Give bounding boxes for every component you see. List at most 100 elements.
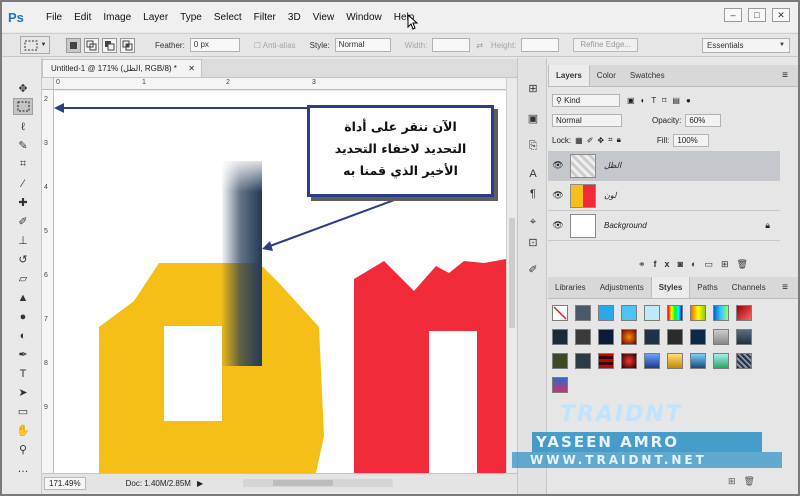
brush-panel-icon[interactable]: ✐ [524, 261, 542, 277]
lock-row: Lock: ▦ ✐ ✥ ⌗ 🔒︎ Fill: 100% [548, 130, 798, 150]
tab-color[interactable]: Color [590, 65, 623, 86]
style-swatch[interactable] [690, 329, 706, 345]
style-swatch[interactable] [575, 329, 591, 345]
layer-row[interactable]: 👁︎ لون [548, 181, 780, 211]
style-swatch[interactable] [736, 305, 752, 321]
smart-object-filter-icon[interactable]: ▤ [672, 96, 680, 105]
layer-name[interactable]: لون [604, 191, 616, 200]
style-swatch[interactable] [621, 329, 637, 345]
lock-transparent-icon[interactable]: ▦ [575, 136, 583, 145]
style-swatch[interactable] [575, 353, 591, 369]
layer-row[interactable]: 👁︎ Background 🔒︎ [548, 211, 780, 241]
panel-menu-icon[interactable]: ≡ [782, 70, 788, 81]
tab-styles[interactable]: Styles [650, 277, 691, 298]
lock-label: Lock: [552, 135, 572, 145]
style-swatch[interactable] [736, 329, 752, 345]
scroll-thumb[interactable] [273, 480, 334, 486]
opacity-label: Opacity: [652, 115, 682, 125]
filter-kind-select[interactable]: ⚲ Kind [552, 93, 620, 107]
style-swatch[interactable] [644, 329, 660, 345]
style-swatch-none[interactable] [552, 305, 568, 321]
new-style-icon[interactable]: ⊞ [728, 476, 744, 486]
layer-name[interactable]: الظل [604, 161, 621, 170]
shape-filter-icon[interactable]: ⌑ [662, 96, 666, 105]
mask-icon[interactable]: ◙ [678, 259, 691, 269]
style-swatch[interactable] [667, 305, 683, 321]
tab-libraries[interactable]: Libraries [548, 277, 593, 298]
properties-panel-icon[interactable]: ▣ [524, 110, 542, 126]
style-swatch[interactable] [644, 353, 660, 369]
type-filter-icon[interactable]: T [651, 96, 656, 105]
no-style-icon [553, 306, 567, 320]
tab-adjustments[interactable]: Adjustments [593, 277, 651, 298]
paragraph-panel-icon[interactable]: ¶ [524, 186, 542, 202]
callout-line: التحديد لاخفاء التحديد [334, 141, 467, 156]
visibility-eye-icon[interactable]: 👁︎ [548, 160, 568, 171]
style-swatch[interactable] [736, 353, 752, 369]
delete-layer-icon[interactable]: 🗑︎ [737, 259, 756, 269]
new-layer-icon[interactable]: ⊞ [721, 259, 737, 269]
styles-panel-tabs: Libraries Adjustments Styles Paths Chann… [548, 277, 798, 299]
style-swatch[interactable] [690, 353, 706, 369]
style-swatch[interactable] [713, 329, 729, 345]
scroll-thumb[interactable] [509, 218, 515, 328]
filter-kind-label: Kind [564, 95, 581, 105]
lock-all-icon[interactable]: 🔒︎ [617, 135, 621, 145]
link-layers-icon[interactable]: ⚭ [638, 259, 654, 269]
tab-paths[interactable]: Paths [690, 277, 724, 298]
fill-input[interactable]: 100% [673, 133, 710, 147]
layer-row[interactable]: 👁︎ الظل [548, 151, 780, 181]
style-swatch[interactable] [690, 305, 706, 321]
zoom-level-field[interactable]: 171.49% [44, 476, 86, 490]
pixel-filter-icon[interactable]: ▣ [627, 96, 635, 105]
lock-artboard-icon[interactable]: ⌗ [608, 135, 613, 145]
callout-line: الآن ننقر على أداة [344, 119, 457, 134]
opacity-input[interactable]: 60% [685, 113, 722, 127]
tab-swatches[interactable]: Swatches [623, 65, 672, 86]
glyphs-panel-icon[interactable]: ⌖ [524, 214, 542, 230]
style-swatch[interactable] [552, 353, 568, 369]
style-swatch[interactable] [552, 377, 568, 393]
layer-name[interactable]: Background [604, 221, 647, 230]
blend-row: Normal Opacity: 60% [548, 110, 798, 130]
style-swatch[interactable] [644, 305, 660, 321]
visibility-eye-icon[interactable]: 👁︎ [548, 190, 568, 201]
blend-mode-select[interactable]: Normal [552, 113, 622, 127]
adjustment-layer-icon[interactable]: ◐ [691, 259, 704, 269]
style-swatch[interactable] [667, 353, 683, 369]
lock-move-icon[interactable]: ✥ [597, 136, 604, 145]
style-swatch[interactable] [621, 305, 637, 321]
fx-icon[interactable]: fx [654, 259, 678, 269]
group-icon[interactable]: ▭ [704, 259, 721, 269]
layers-panel-tabs: Layers Color Swatches ≡ [548, 65, 798, 87]
style-swatch[interactable] [713, 305, 729, 321]
lock-paint-icon[interactable]: ✐ [587, 136, 594, 145]
filter-toggle-icon[interactable]: ● [686, 96, 691, 105]
watermark-logo: TRAIDNT [560, 402, 683, 427]
style-swatch[interactable] [598, 329, 614, 345]
history-panel-icon[interactable]: ⊞ [524, 80, 542, 96]
photoshop-window: Ps File Edit Image Layer Type Select Fil… [0, 0, 800, 496]
style-swatch[interactable] [575, 305, 591, 321]
delete-style-icon[interactable]: 🗑︎ [744, 476, 763, 486]
panel-menu-icon[interactable]: ≡ [782, 282, 788, 293]
watermark-url: WWW.TRAIDNT.NET [530, 453, 707, 467]
adjustment-filter-icon[interactable]: ◐ [641, 96, 646, 105]
info-panel-icon[interactable]: ⎘ [524, 138, 542, 154]
layer-thumbnail [570, 213, 596, 238]
style-swatch[interactable] [598, 353, 614, 369]
layer-thumbnail [570, 153, 596, 178]
status-menu-arrow-icon[interactable]: ▶ [197, 479, 203, 488]
style-swatch[interactable] [598, 305, 614, 321]
style-swatch[interactable] [667, 329, 683, 345]
horizontal-scrollbar[interactable] [243, 479, 394, 487]
visibility-eye-icon[interactable]: 👁︎ [548, 220, 568, 231]
swatches-panel-icon[interactable]: ⊡ [524, 234, 542, 250]
style-swatch[interactable] [713, 353, 729, 369]
tab-channels[interactable]: Channels [725, 277, 773, 298]
style-swatch[interactable] [621, 353, 637, 369]
character-panel-icon[interactable]: A [524, 166, 542, 182]
layer-filter-row: ⚲ Kind ▣ ◐ T ⌑ ▤ ● [548, 90, 798, 110]
style-swatch[interactable] [552, 329, 568, 345]
tab-layers[interactable]: Layers [548, 65, 590, 86]
